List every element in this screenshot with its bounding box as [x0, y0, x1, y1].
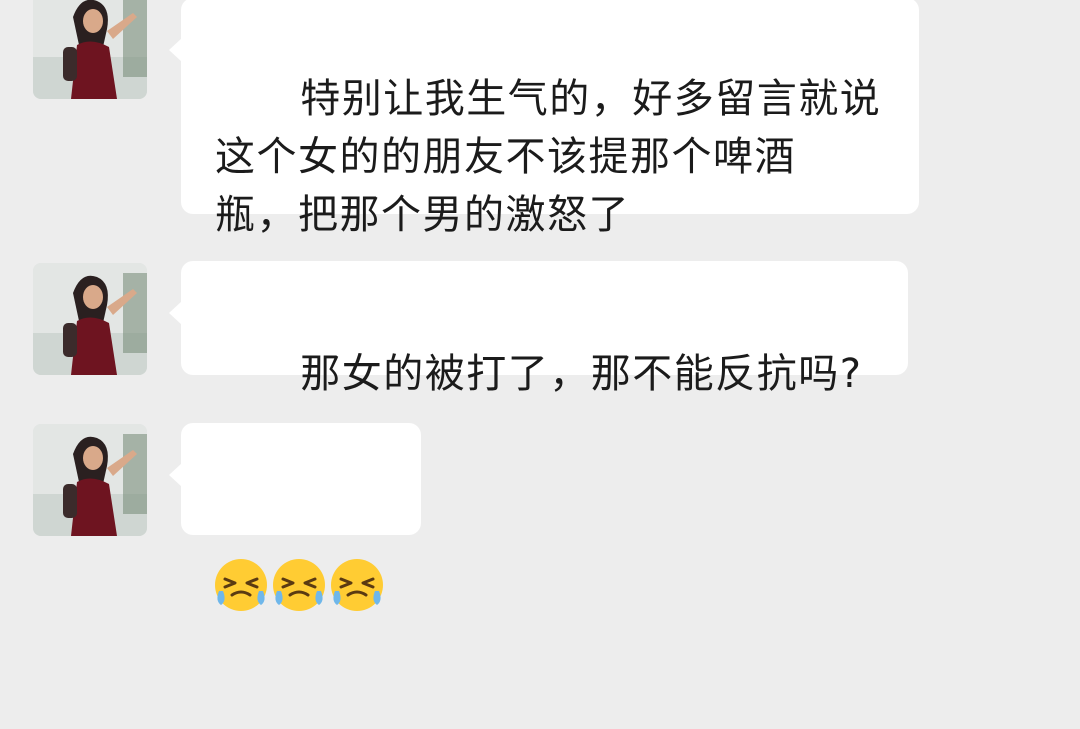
avatar-photo-icon	[33, 263, 147, 375]
message-bubble[interactable]: 那女的被打了，那不能反抗吗?	[169, 261, 908, 397]
message-bubble[interactable]	[169, 423, 421, 611]
avatar-photo-icon	[33, 424, 147, 536]
crying-laughing-emoji	[273, 559, 325, 611]
chat-message-list[interactable]: 特别让我生气的，好多留言就说 这个女的的朋友不该提那个啤酒 瓶，把那个男的激怒了…	[0, 0, 1080, 611]
avatar[interactable]	[33, 424, 147, 536]
message-text: 特别让我生气的，好多留言就说 这个女的的朋友不该提那个啤酒 瓶，把那个男的激怒了	[215, 76, 882, 238]
avatar-photo-icon	[33, 0, 147, 99]
avatar[interactable]	[33, 263, 147, 375]
message-bubble[interactable]: 特别让我生气的，好多留言就说 这个女的的朋友不该提那个啤酒 瓶，把那个男的激怒了	[169, 0, 919, 238]
avatar[interactable]	[33, 0, 147, 99]
crying-laughing-emoji	[215, 559, 267, 611]
message-text: 那女的被打了，那不能反抗吗?	[300, 351, 863, 397]
crying-laughing-emoji	[331, 559, 383, 611]
emoji-row	[213, 539, 421, 613]
